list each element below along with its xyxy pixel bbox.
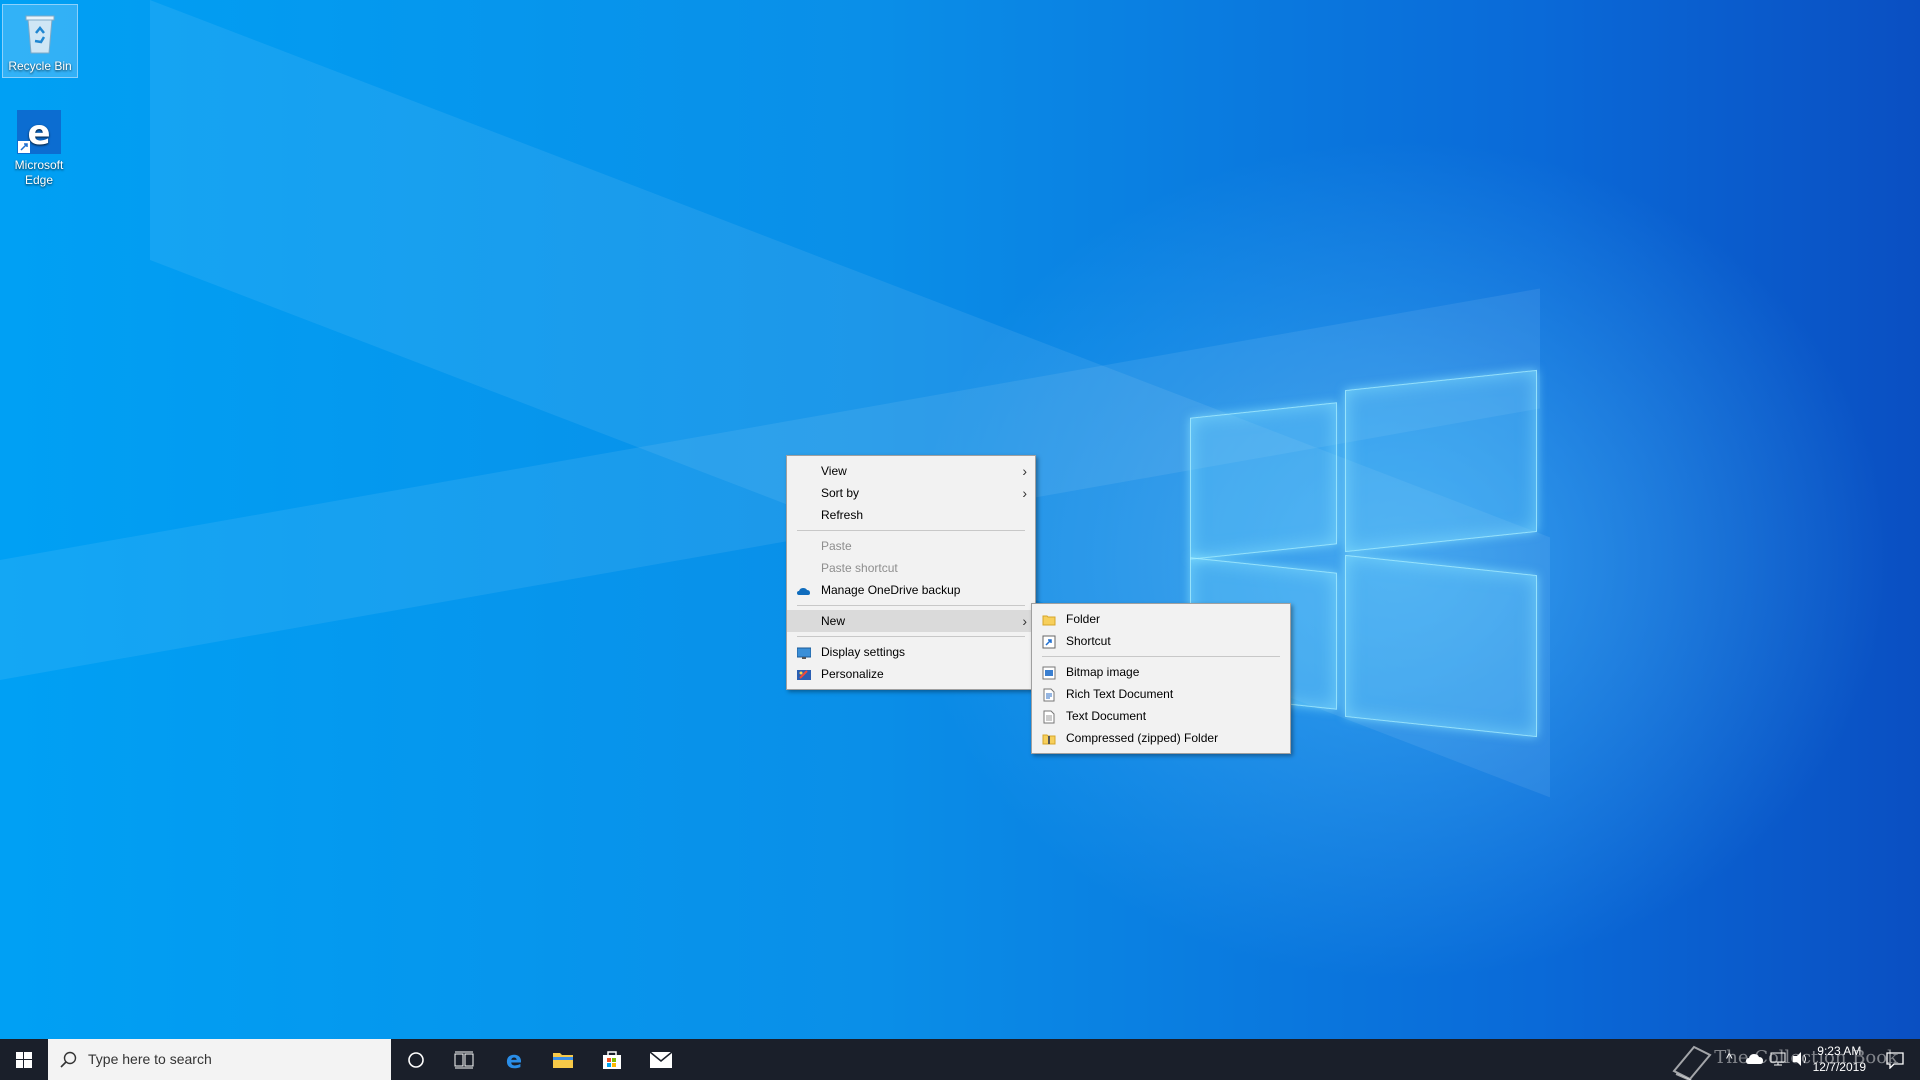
- menu-item-sort-by[interactable]: Sort by ›: [787, 482, 1035, 504]
- menu-item-label: Bitmap image: [1066, 665, 1140, 679]
- menu-separator: [797, 605, 1025, 606]
- menu-item-label: Paste: [821, 539, 852, 553]
- menu-item-label: Personalize: [821, 667, 884, 681]
- rich-text-document-icon: [1042, 687, 1056, 702]
- submenu-item-bitmap[interactable]: Bitmap image: [1032, 661, 1290, 683]
- personalize-icon: [797, 667, 811, 681]
- chevron-right-icon: ›: [1022, 463, 1027, 479]
- desktop-context-menu: View › Sort by › Refresh Paste Paste short…: [786, 455, 1036, 690]
- cortana-icon: [408, 1051, 424, 1068]
- menu-item-paste-shortcut[interactable]: Paste shortcut: [787, 557, 1035, 579]
- new-submenu: Folder Shortcut Bitmap image Rich Text D…: [1031, 603, 1291, 754]
- menu-separator: [797, 636, 1025, 637]
- edge-icon: e: [506, 1048, 522, 1072]
- submenu-item-zip-folder[interactable]: Compressed (zipped) Folder: [1032, 727, 1290, 749]
- taskbar-search-box[interactable]: Type here to search: [48, 1039, 391, 1080]
- mail-icon: [649, 1050, 673, 1068]
- store-icon: [603, 1050, 621, 1069]
- menu-item-paste[interactable]: Paste: [787, 535, 1035, 557]
- menu-item-manage-onedrive[interactable]: Manage OneDrive backup: [787, 579, 1035, 601]
- task-view-button[interactable]: [440, 1039, 488, 1080]
- taskbar-store-button[interactable]: [588, 1039, 636, 1080]
- taskbar-mail-button[interactable]: [637, 1039, 685, 1080]
- menu-item-view[interactable]: View ›: [787, 460, 1035, 482]
- submenu-item-text-document[interactable]: Text Document: [1032, 705, 1290, 727]
- menu-item-label: Sort by: [821, 486, 860, 500]
- search-placeholder: Type here to search: [88, 1051, 212, 1067]
- file-explorer-icon: [553, 1052, 573, 1068]
- menu-item-new[interactable]: New ›: [787, 610, 1035, 632]
- text-document-icon: [1042, 709, 1056, 724]
- svg-text:e: e: [27, 113, 50, 153]
- chevron-right-icon: ›: [1022, 613, 1027, 629]
- start-button[interactable]: [0, 1039, 48, 1080]
- onedrive-icon[interactable]: [1746, 1053, 1764, 1065]
- desktop-icon-edge[interactable]: e Microsoft Edge: [2, 104, 76, 188]
- recycle-bin-icon: [16, 9, 64, 57]
- menu-item-label: Rich Text Document: [1066, 687, 1174, 701]
- taskbar-edge-button[interactable]: e: [490, 1039, 538, 1080]
- taskbar-clock[interactable]: 9:23 AM 12/7/2019: [1813, 1043, 1866, 1075]
- menu-item-refresh[interactable]: Refresh: [787, 504, 1035, 526]
- taskbar: Type here to search e The Collection Boo…: [0, 1039, 1920, 1081]
- volume-icon[interactable]: [1792, 1051, 1810, 1067]
- cortana-button[interactable]: [392, 1039, 440, 1080]
- menu-item-label: Text Document: [1066, 709, 1147, 723]
- submenu-item-shortcut[interactable]: Shortcut: [1032, 630, 1290, 652]
- menu-item-label: New: [821, 614, 846, 628]
- svg-text:e: e: [506, 1048, 522, 1072]
- clock-date: 12/7/2019: [1812, 1060, 1866, 1074]
- onedrive-icon: [797, 583, 811, 597]
- logo-pane: [1345, 554, 1537, 738]
- submenu-item-folder[interactable]: Folder: [1032, 608, 1290, 630]
- zip-folder-icon: [1042, 731, 1056, 745]
- menu-item-personalize[interactable]: Personalize: [787, 663, 1035, 685]
- menu-item-label: Display settings: [821, 645, 906, 659]
- shortcut-icon: [1042, 634, 1056, 649]
- logo-pane: [1345, 369, 1537, 553]
- task-view-icon: [454, 1051, 474, 1068]
- edge-icon: e: [15, 108, 63, 156]
- menu-item-label: Paste shortcut: [821, 561, 898, 575]
- logo-pane: [1190, 402, 1337, 560]
- menu-item-label: Shortcut: [1066, 634, 1111, 648]
- desktop-icon-label: Microsoft Edge: [14, 158, 64, 187]
- chevron-up-icon[interactable]: ^: [1726, 1050, 1733, 1066]
- desktop-icon-recycle-bin[interactable]: Recycle Bin: [2, 4, 78, 78]
- book-logo-icon: [1672, 1045, 1712, 1081]
- taskbar-file-explorer-button[interactable]: [539, 1039, 587, 1080]
- clock-time: 9:23 AM: [1817, 1044, 1862, 1058]
- menu-item-display-settings[interactable]: Display settings: [787, 641, 1035, 663]
- folder-icon: [1042, 612, 1056, 626]
- menu-item-label: Compressed (zipped) Folder: [1066, 731, 1219, 745]
- windows-start-icon: [16, 1051, 32, 1068]
- desktop[interactable]: Recycle Bin e Microsoft Edge View › Sort …: [0, 0, 1920, 1039]
- menu-item-label: Folder: [1066, 612, 1101, 626]
- menu-item-label: Manage OneDrive backup: [821, 583, 961, 597]
- system-tray: The Collection Book ^ 9:23 AM 12/7/2019: [1630, 1039, 1920, 1081]
- search-icon: [60, 1051, 77, 1068]
- display-icon: [796, 645, 812, 659]
- menu-item-label: Refresh: [821, 508, 864, 522]
- menu-separator: [1042, 656, 1280, 657]
- menu-separator: [797, 530, 1025, 531]
- chevron-right-icon: ›: [1022, 485, 1027, 501]
- bitmap-icon: [1042, 665, 1056, 680]
- menu-item-label: View: [821, 464, 847, 478]
- desktop-icon-label: Recycle Bin: [8, 59, 72, 73]
- network-icon[interactable]: [1770, 1051, 1786, 1067]
- submenu-item-rich-text[interactable]: Rich Text Document: [1032, 683, 1290, 705]
- notifications-icon[interactable]: [1886, 1051, 1904, 1069]
